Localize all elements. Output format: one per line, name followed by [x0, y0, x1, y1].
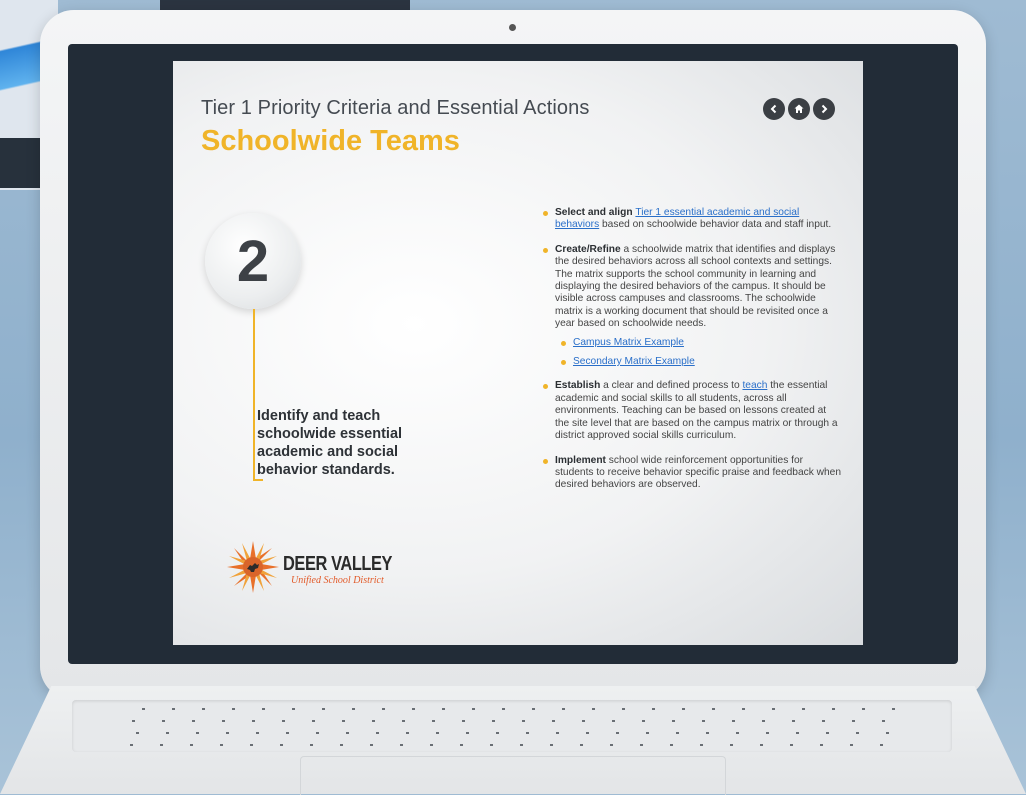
step-connector-foot — [253, 479, 263, 481]
chevron-right-icon — [821, 104, 828, 114]
home-button[interactable] — [788, 98, 810, 120]
bullet-text: based on schoolwide behavior data and st… — [599, 219, 832, 231]
trackpad — [300, 756, 726, 795]
chevron-left-icon — [770, 104, 777, 114]
secondary-matrix-link[interactable]: Secondary Matrix Example — [573, 356, 695, 367]
step-number-badge: 2 — [205, 213, 301, 309]
step-connector-line — [253, 309, 255, 481]
sun-deer-icon — [227, 541, 279, 593]
bullet-lead: Implement — [555, 454, 609, 466]
background-block-top — [160, 0, 410, 10]
home-icon — [794, 104, 804, 113]
logo-name: DEER VALLEY — [283, 553, 393, 575]
key-row — [136, 732, 896, 734]
slide-subtitle: Tier 1 Priority Criteria and Essential A… — [201, 97, 590, 119]
action-list: Select and align Tier 1 essential academ… — [541, 207, 841, 504]
district-logo: DEER VALLEY Unified School District — [225, 539, 415, 595]
next-button[interactable] — [813, 98, 835, 120]
slide-navigation — [763, 98, 835, 120]
bullet-text: a schoolwide matrix that identifies and … — [555, 243, 836, 330]
keyboard — [72, 700, 952, 752]
bullet-lead: Establish — [555, 380, 604, 392]
key-row — [130, 744, 890, 746]
campus-matrix-link[interactable]: Campus Matrix Example — [573, 337, 684, 348]
teach-link[interactable]: teach — [742, 380, 767, 391]
camera — [509, 24, 516, 31]
prev-button[interactable] — [763, 98, 785, 120]
slide: Tier 1 Priority Criteria and Essential A… — [173, 61, 863, 645]
laptop-lid: Tier 1 Priority Criteria and Essential A… — [40, 10, 986, 700]
matrix-examples-list: Campus Matrix Example Secondary Matrix E… — [555, 337, 841, 369]
key-row — [132, 720, 892, 722]
list-item: Campus Matrix Example — [555, 337, 841, 349]
laptop-screen: Tier 1 Priority Criteria and Essential A… — [68, 44, 958, 664]
slide-title: Schoolwide Teams — [201, 125, 460, 157]
bullet-lead: Select and align — [555, 207, 636, 218]
list-item: Establish a clear and defined process to… — [541, 380, 841, 442]
list-item: Secondary Matrix Example — [555, 356, 841, 368]
step-objective: Identify and teach schoolwide essential … — [257, 408, 403, 478]
bullet-lead: Create/Refine — [555, 243, 624, 255]
key-row — [142, 708, 902, 710]
list-item: Select and align Tier 1 essential academ… — [541, 207, 841, 232]
bullet-text: a clear and defined process to — [603, 380, 743, 392]
list-item: Create/Refine a schoolwide matrix that i… — [541, 244, 841, 369]
list-item: Implement school wide reinforcement oppo… — [541, 455, 841, 492]
logo-subtitle: Unified School District — [291, 575, 384, 586]
